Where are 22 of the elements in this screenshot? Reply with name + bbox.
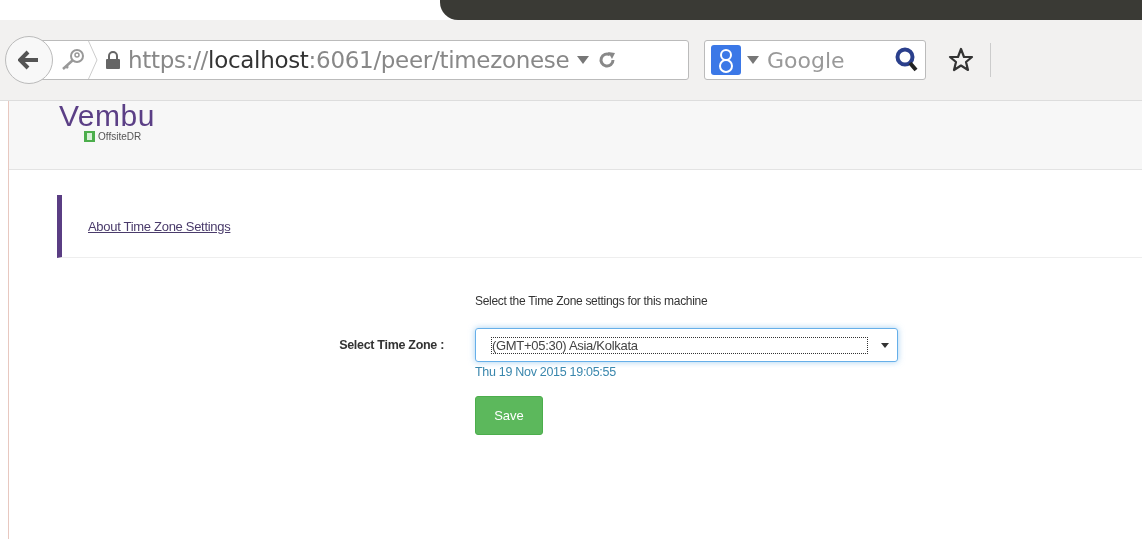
dropdown-icon[interactable] (747, 56, 759, 64)
current-time: Thu 19 Nov 2015 19:05:55 (475, 365, 616, 379)
lock-icon (106, 51, 120, 69)
key-icon (60, 48, 86, 72)
product-name: OffsiteDR (98, 131, 142, 142)
timezone-select[interactable]: (GMT+05:30) Asia/Kolkata (475, 328, 898, 362)
dropdown-icon[interactable] (577, 56, 590, 64)
star-icon[interactable] (948, 47, 974, 73)
url-text: https://localhost:6061/peer/timezonese (128, 47, 570, 73)
search-engine-icon[interactable] (711, 45, 741, 75)
search-placeholder: Google (767, 47, 845, 73)
back-arrow-icon (18, 50, 40, 70)
logo-text: Vembu (59, 101, 155, 131)
caret-icon (881, 342, 889, 348)
search-icon[interactable] (895, 47, 919, 73)
about-link[interactable]: About Time Zone Settings (88, 218, 231, 234)
separator-chevron-icon (88, 41, 98, 79)
instruction-text: Select the Time Zone settings for this machine (475, 294, 708, 308)
field-label: Select Time Zone : (339, 338, 444, 352)
reload-icon[interactable] (597, 50, 618, 70)
back-button[interactable] (5, 36, 53, 84)
product-icon (84, 131, 95, 142)
